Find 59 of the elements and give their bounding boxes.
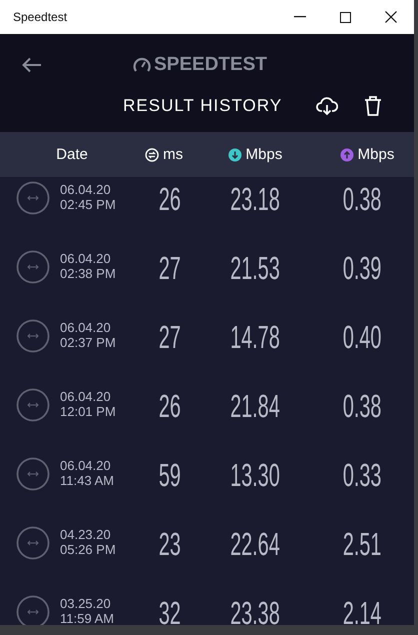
- test-time: 11:59 AM: [60, 611, 115, 625]
- upload-value: 0.40: [342, 319, 382, 355]
- ping-icon: [145, 148, 159, 162]
- test-date: 06.04.20: [60, 389, 112, 404]
- test-time: 02:38 PM: [60, 266, 117, 281]
- download-icon: [228, 148, 242, 162]
- column-header[interactable]: Mbps: [358, 146, 394, 163]
- test-time: 05:26 PM: [60, 542, 117, 557]
- test-time: 02:45 PM: [60, 197, 117, 212]
- column-header[interactable]: Mbps: [246, 146, 282, 163]
- ping-value: 59: [158, 457, 182, 493]
- ping-value: 27: [158, 319, 182, 355]
- connection-icon: [16, 388, 50, 422]
- download-value: 22.64: [230, 526, 280, 562]
- test-date: 06.04.20: [60, 182, 112, 197]
- upload-value: 2.14: [342, 595, 382, 625]
- upload-icon: [340, 148, 354, 162]
- upload-value: 0.39: [342, 250, 382, 286]
- ping-value: 26: [158, 388, 182, 424]
- upload-value: 2.51: [342, 526, 382, 562]
- connection-icon: [16, 457, 50, 491]
- ping-value: 23: [158, 526, 182, 562]
- window-title: Speedtest: [13, 10, 68, 24]
- download-value: 14.78: [230, 319, 280, 355]
- connection-icon: [16, 526, 50, 560]
- test-date: 04.23.20: [60, 527, 112, 542]
- page-title: RESULT HISTORY: [123, 96, 282, 116]
- column-header[interactable]: ms: [163, 146, 183, 163]
- ping-value: 32: [158, 595, 182, 625]
- test-time: 02:37 PM: [60, 335, 117, 350]
- test-time: 12:01 PM: [60, 404, 117, 419]
- connection-icon: [16, 595, 50, 625]
- connection-icon: [16, 181, 50, 215]
- column-header[interactable]: Date: [56, 146, 88, 163]
- trash-icon[interactable]: [364, 95, 382, 117]
- close-icon[interactable]: [385, 11, 397, 23]
- test-date: 06.04.20: [60, 320, 112, 335]
- back-arrow-icon[interactable]: [22, 57, 42, 73]
- minimize-icon[interactable]: [294, 16, 306, 18]
- test-date: 03.25.20: [60, 596, 112, 611]
- maximize-icon[interactable]: [340, 12, 351, 22]
- download-value: 23.38: [230, 595, 280, 625]
- test-date: 06.04.20: [60, 458, 112, 473]
- upload-value: 0.33: [342, 457, 382, 493]
- cloud-download-icon[interactable]: [316, 96, 338, 116]
- upload-value: 0.38: [342, 388, 382, 424]
- download-value: 13.30: [230, 457, 280, 493]
- upload-value: 0.38: [342, 181, 382, 217]
- download-value: 21.84: [230, 388, 280, 424]
- gauge-icon: [133, 57, 151, 73]
- ping-value: 27: [158, 250, 182, 286]
- connection-icon: [16, 319, 50, 353]
- download-value: 23.18: [230, 181, 280, 217]
- logo-text: SPEEDTEST: [154, 54, 267, 76]
- test-date: 06.04.20: [60, 251, 112, 266]
- download-value: 21.53: [230, 250, 280, 286]
- test-time: 11:43 AM: [60, 473, 115, 488]
- ping-value: 26: [158, 181, 182, 217]
- connection-icon: [16, 250, 50, 284]
